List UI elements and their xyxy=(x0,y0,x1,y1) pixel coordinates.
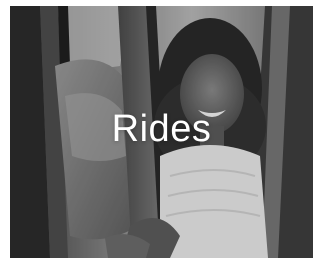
tile-title: Rides xyxy=(111,108,212,150)
page: Rides xyxy=(0,0,315,261)
rides-tile[interactable]: Rides xyxy=(10,6,313,258)
